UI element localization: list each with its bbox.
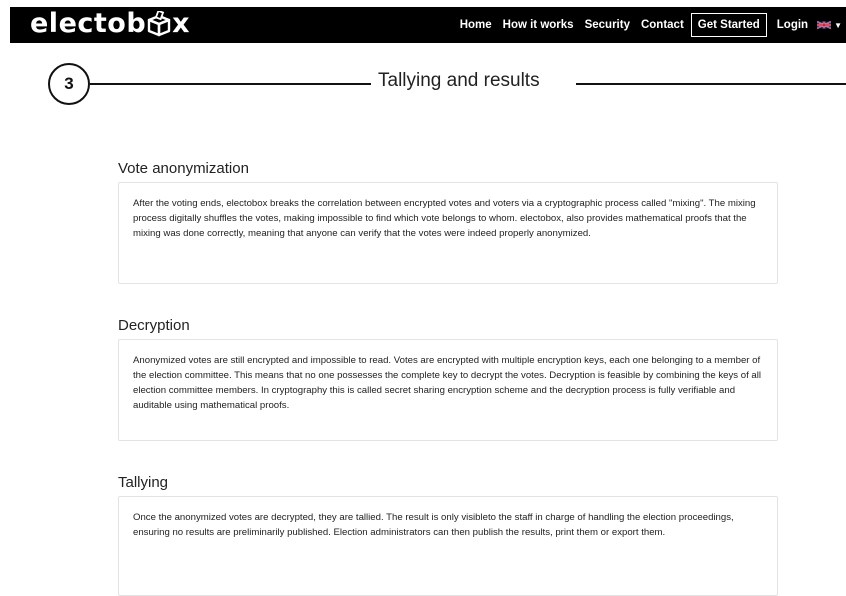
divider-left	[90, 83, 371, 85]
chevron-down-icon: ▼	[834, 20, 842, 30]
uk-flag-icon	[817, 20, 832, 30]
get-started-button[interactable]: Get Started	[690, 13, 767, 37]
step-number-badge: 3	[48, 63, 90, 105]
section-body-decryption: Anonymized votes are still encrypted and…	[133, 355, 762, 411]
navbar: electob x Home How it works Security Con…	[10, 7, 846, 43]
section-body-tallying: Once the anonymized votes are decrypted,…	[133, 512, 734, 538]
nav-links: Home How it works Security Contact Get S…	[460, 7, 846, 43]
nav-how-it-works[interactable]: How it works	[503, 19, 574, 31]
section-title-tallying: Tallying	[118, 474, 169, 491]
section-card-tallying: Once the anonymized votes are decrypted,…	[118, 496, 778, 596]
logo[interactable]: electob x	[30, 7, 190, 41]
nav-security[interactable]: Security	[585, 19, 630, 31]
section-title-vote-anonymization: Vote anonymization	[118, 160, 249, 177]
section-title-decryption: Decryption	[118, 317, 190, 334]
section-card-vote-anonymization: After the voting ends, electobox breaks …	[118, 182, 778, 284]
nav-home[interactable]: Home	[460, 19, 492, 31]
logo-text-start: electob	[30, 8, 147, 39]
login-link[interactable]: Login	[777, 19, 808, 31]
divider-right	[576, 83, 846, 85]
nav-contact[interactable]: Contact	[641, 19, 684, 31]
language-selector[interactable]: ▼	[817, 20, 842, 30]
section-card-decryption: Anonymized votes are still encrypted and…	[118, 339, 778, 441]
ballot-box-icon	[146, 9, 172, 37]
logo-text-end: x	[172, 8, 191, 39]
step-title: Tallying and results	[378, 70, 540, 91]
section-body-vote-anonymization: After the voting ends, electobox breaks …	[133, 198, 756, 239]
